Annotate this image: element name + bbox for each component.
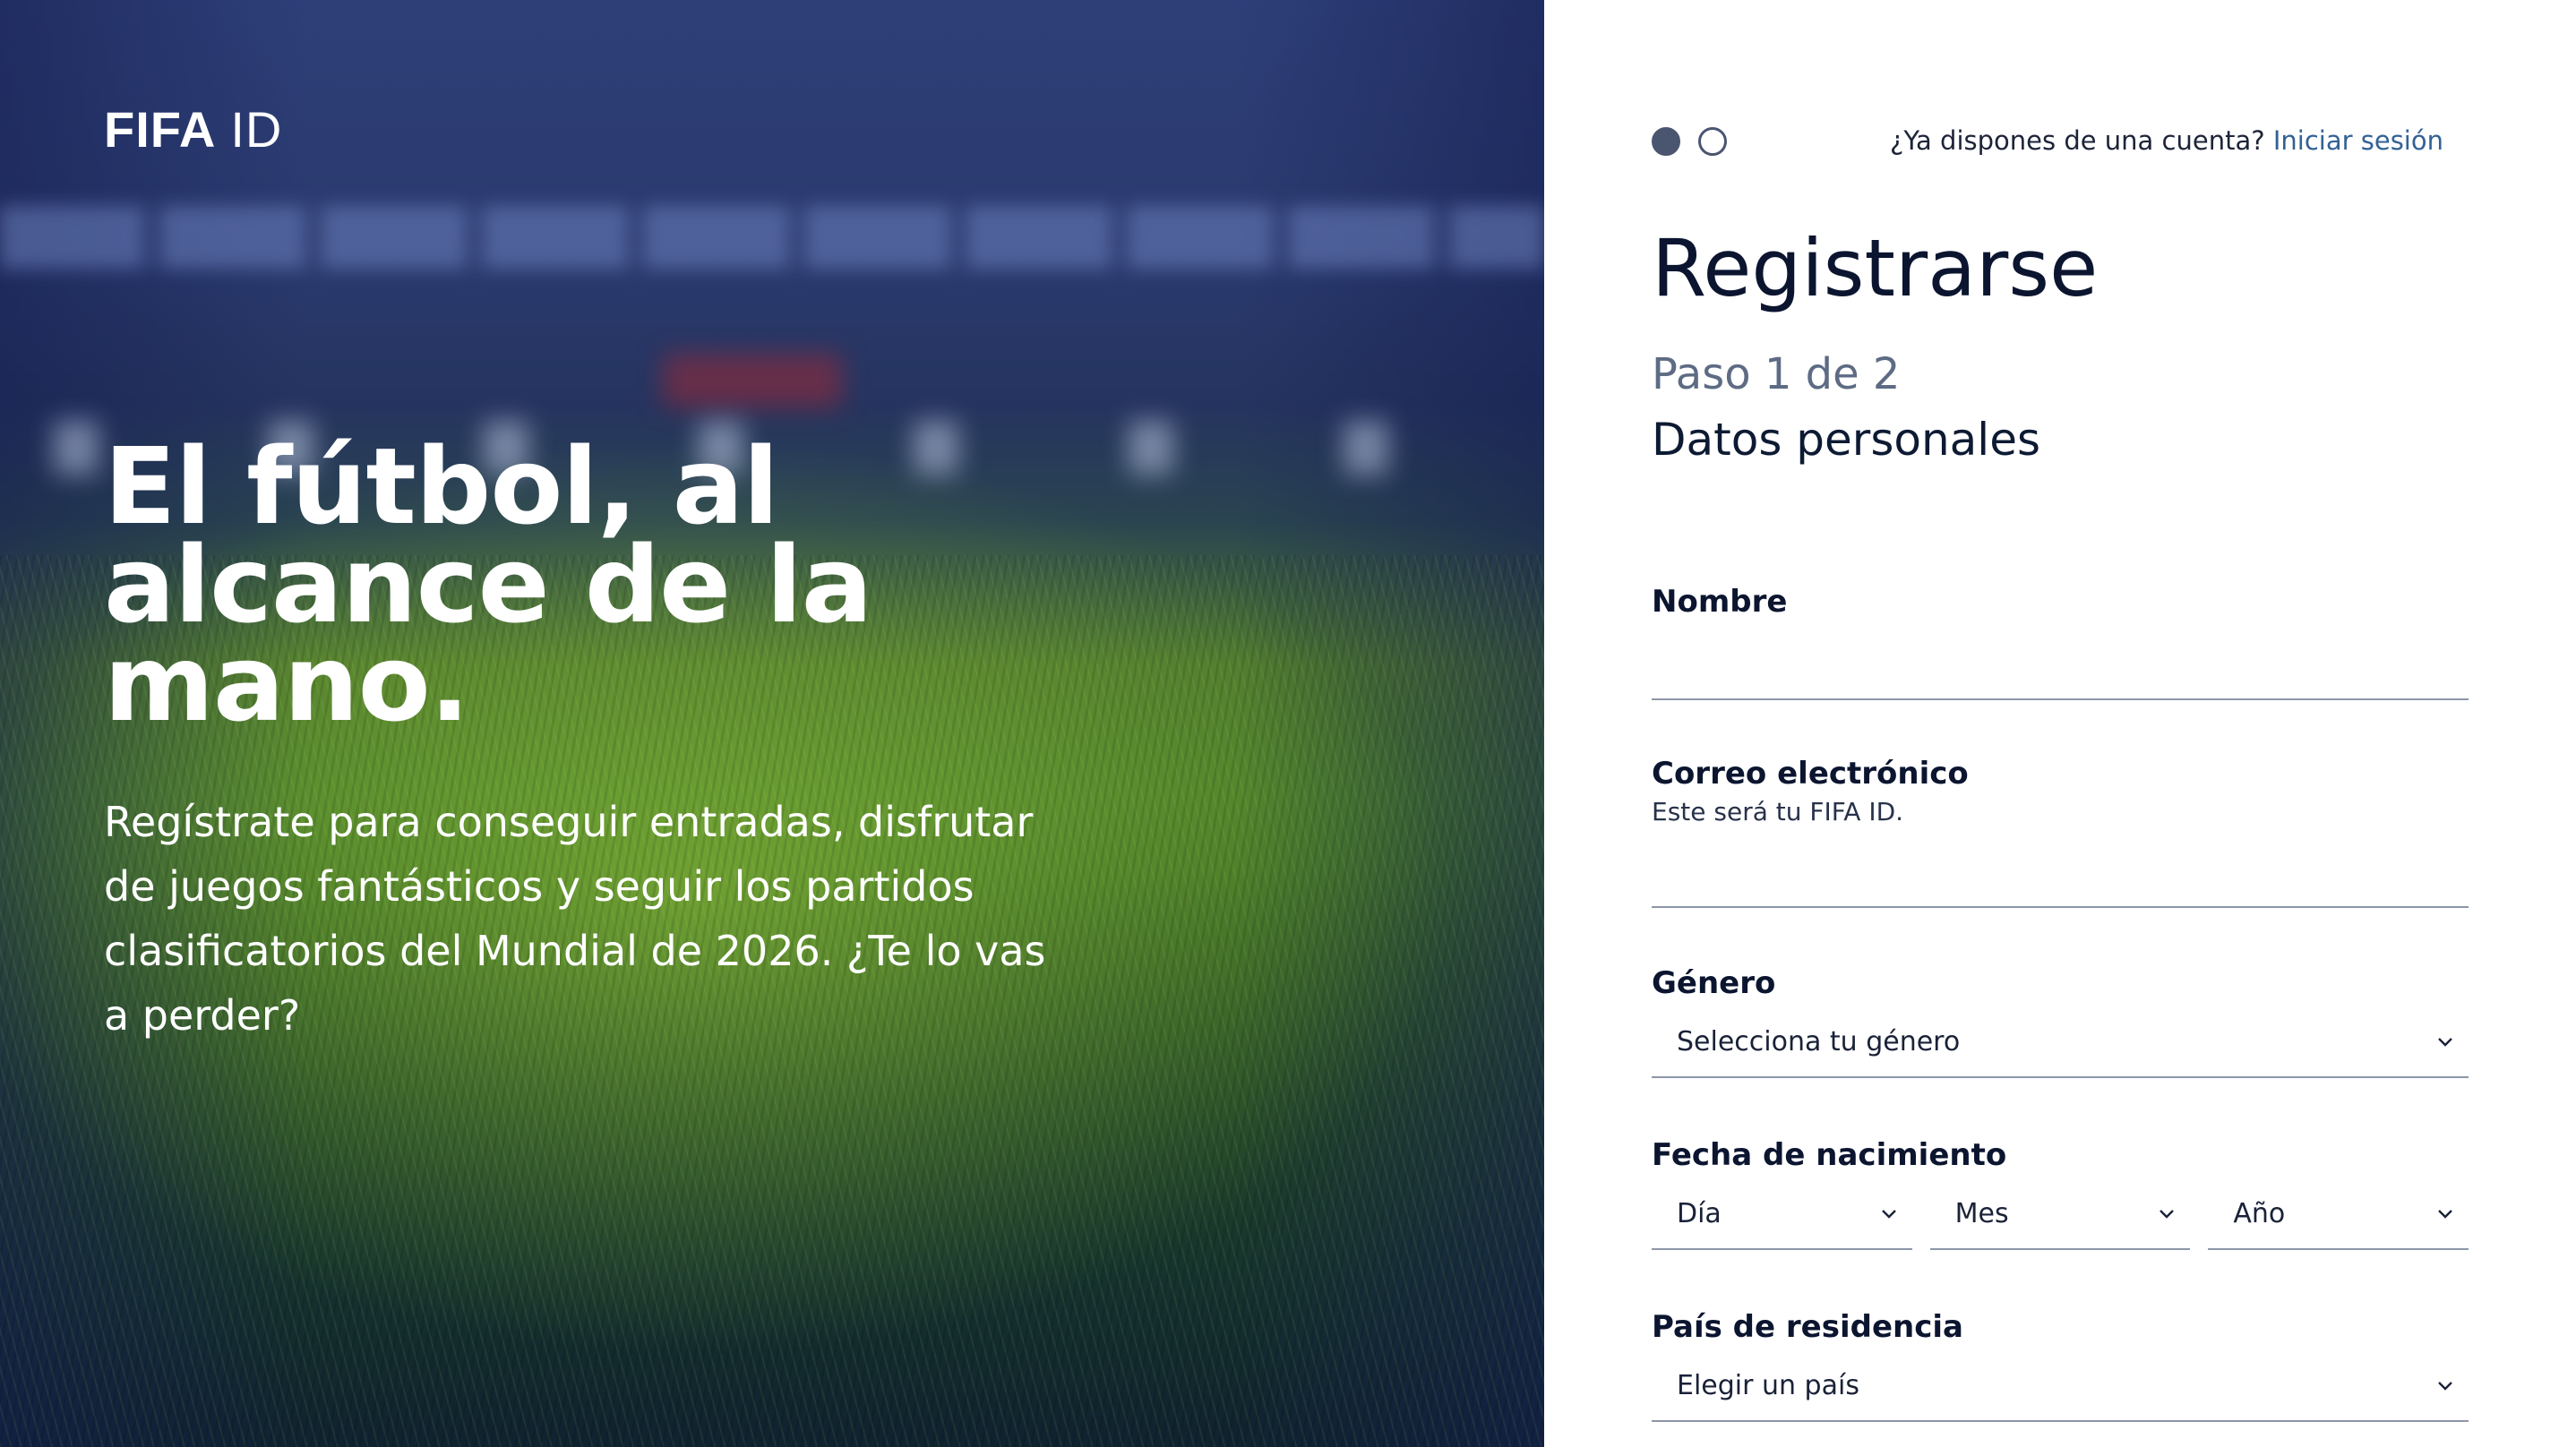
gender-field: Género Selecciona tu género — [1652, 965, 2469, 1082]
gender-label: Género — [1652, 965, 1776, 1001]
gender-select[interactable]: Selecciona tu género — [1652, 1006, 2469, 1078]
month-placeholder: Mes — [1954, 1197, 2009, 1229]
year-select[interactable]: Año — [2208, 1178, 2469, 1250]
stadium-background — [0, 206, 1544, 269]
account-prompt-text: ¿Ya dispones de una cuenta? — [1889, 125, 2265, 156]
birthdate-label: Fecha de nacimiento — [1652, 1137, 2007, 1173]
name-field: Nombre — [1652, 584, 2469, 700]
hero-panel: FIFA ID El fútbol, al alcance de la mano… — [0, 0, 1544, 1447]
email-hint: Este será tu FIFA ID. — [1652, 797, 1904, 826]
step-dot-active — [1652, 127, 1680, 156]
country-select[interactable]: Elegir un país — [1652, 1350, 2469, 1422]
subtext-line: clasificatorios del Mundial de 2026. ¿Te… — [104, 927, 1046, 975]
chevron-down-icon — [2158, 1204, 2176, 1222]
country-placeholder: Elegir un país — [1677, 1369, 1859, 1401]
gender-placeholder: Selecciona tu género — [1677, 1025, 1961, 1057]
subtext-line: de juegos fantásticos y seguir los parti… — [104, 862, 975, 911]
stadium-banner-blur — [663, 354, 842, 407]
day-select[interactable]: Día — [1652, 1178, 1912, 1250]
step-indicator — [1652, 127, 1727, 156]
chevron-down-icon — [1880, 1204, 1898, 1222]
country-label: País de residencia — [1652, 1309, 1963, 1345]
chevron-down-icon — [2436, 1376, 2454, 1394]
birthdate-selects: Día Mes Año — [1652, 1178, 2469, 1250]
subtext-line: Regístrate para conseguir entradas, disf… — [104, 798, 1034, 846]
headline-line: mano. — [104, 621, 469, 745]
email-label: Correo electrónico — [1652, 756, 1969, 792]
logo-suffix: ID — [230, 101, 283, 158]
step-dot — [1698, 127, 1727, 156]
birthdate-field: Fecha de nacimiento Día Mes Año — [1652, 1137, 2469, 1254]
name-label: Nombre — [1652, 584, 1788, 620]
month-select[interactable]: Mes — [1929, 1178, 2191, 1250]
year-placeholder: Año — [2233, 1197, 2286, 1229]
account-prompt: ¿Ya dispones de una cuenta? Iniciar sesi… — [1890, 125, 2443, 156]
chevron-down-icon — [2436, 1032, 2454, 1050]
headline-line: El fútbol, al — [104, 424, 779, 548]
headline-line: alcance de la — [104, 523, 872, 646]
email-input[interactable] — [1652, 835, 2469, 906]
page-title: Registrarse — [1652, 222, 2099, 314]
chevron-down-icon — [2436, 1204, 2454, 1222]
hero-subtext: Regístrate para conseguir entradas, disf… — [104, 790, 1125, 1048]
name-underline — [1652, 698, 2469, 700]
name-input[interactable] — [1652, 627, 2469, 698]
login-link[interactable]: Iniciar sesión — [2273, 125, 2443, 156]
fifa-id-logo[interactable]: FIFA ID — [104, 100, 282, 158]
email-underline — [1652, 906, 2469, 908]
registration-panel: ¿Ya dispones de una cuenta? Iniciar sesi… — [1544, 0, 2576, 1447]
step-label: Paso 1 de 2 — [1652, 349, 1901, 399]
section-title: Datos personales — [1652, 414, 2041, 466]
subtext-line: a perder? — [104, 991, 301, 1040]
day-placeholder: Día — [1677, 1197, 1722, 1229]
country-field: País de residencia Elegir un país — [1652, 1309, 2469, 1426]
logo-main: FIFA — [104, 101, 217, 158]
email-field: Correo electrónico Este será tu FIFA ID. — [1652, 756, 2469, 908]
hero-headline: El fútbol, al alcance de la mano. — [104, 424, 1089, 745]
